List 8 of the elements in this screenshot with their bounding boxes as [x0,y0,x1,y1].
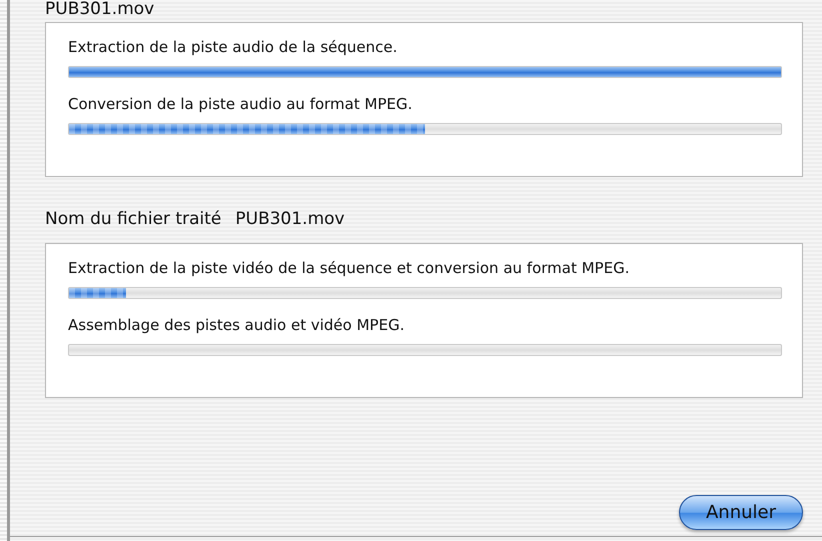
file-name: PUB301.mov [235,208,345,231]
section-title: Nom du fichier traité [45,208,222,231]
cancel-button[interactable]: Annuler [678,495,803,530]
task-label: Conversion de la piste audio au format MPEG. [68,94,412,115]
task-label: Extraction de la piste vidéo de la séquence et conversion au format MPEG. [68,258,630,279]
file-name: PUB301.mov [45,0,156,21]
task-label: Extraction de la piste audio de la séquence. [68,37,398,58]
task-label: Assemblage des pistes audio et vidéo MPEG. [68,315,404,336]
